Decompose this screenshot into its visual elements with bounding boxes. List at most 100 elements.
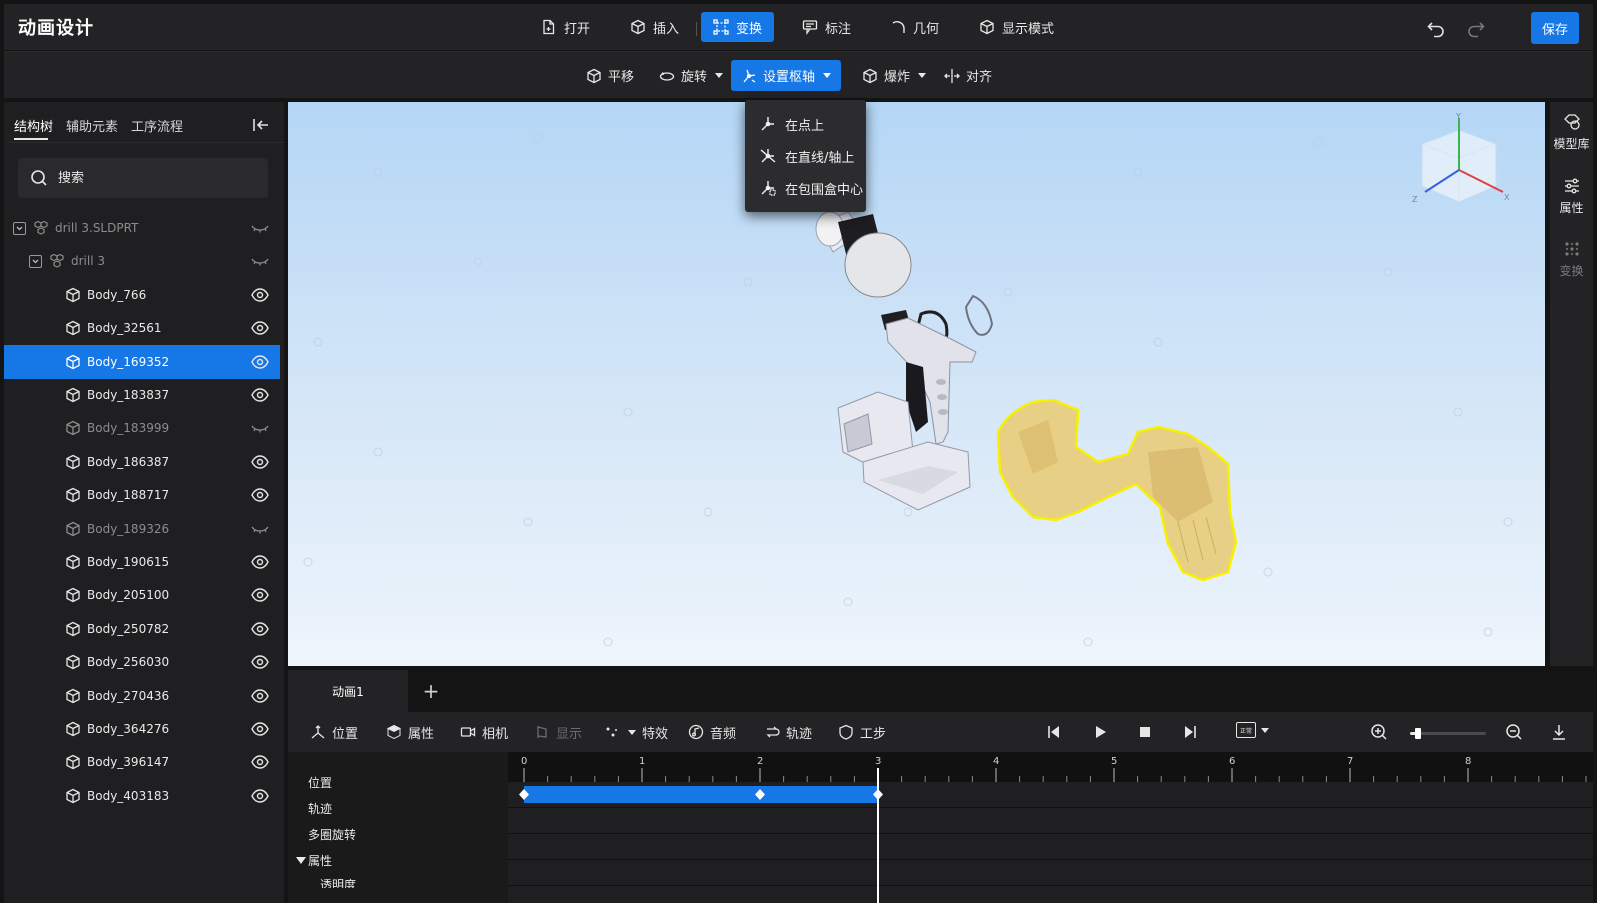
geometry-button[interactable]: 几何 xyxy=(878,12,951,42)
drill-body-highlighted[interactable] xyxy=(996,398,1238,582)
tree-item[interactable]: Body_32561 xyxy=(4,311,280,345)
3d-viewport[interactable]: Y Z X xyxy=(288,102,1545,666)
insert-button[interactable]: 插入 xyxy=(618,12,691,42)
tree-item[interactable]: Body_403183 xyxy=(4,779,280,813)
tree-item[interactable]: Body_766 xyxy=(4,278,280,312)
prev-frame-icon[interactable] xyxy=(1046,724,1062,740)
playhead[interactable] xyxy=(877,768,879,903)
properties-button[interactable]: 属性 xyxy=(1550,176,1593,216)
tree-item[interactable]: Body_205100 xyxy=(4,578,280,612)
track-group-attributes[interactable]: 属性 xyxy=(296,852,332,869)
add-camera-track-button[interactable]: 相机 xyxy=(460,719,508,745)
undo-icon[interactable] xyxy=(1426,18,1446,38)
tree-item[interactable]: Body_190615 xyxy=(4,545,280,579)
eye-icon[interactable] xyxy=(251,588,269,603)
tree-item[interactable]: Body_364276 xyxy=(4,712,280,746)
tree-item[interactable]: Body_169352 xyxy=(4,344,280,379)
open-button[interactable]: 打开 xyxy=(529,12,602,42)
position-clip-bar[interactable] xyxy=(524,786,878,803)
track-label-multi-rotation[interactable]: 多圈旋转 xyxy=(308,826,356,843)
eye-icon[interactable] xyxy=(251,488,269,502)
collapse-panel-icon[interactable] xyxy=(252,116,270,134)
redo-icon[interactable] xyxy=(1466,18,1486,38)
eye-icon[interactable] xyxy=(251,455,269,469)
view-cube[interactable]: Y Z X xyxy=(1400,110,1518,220)
play-icon[interactable] xyxy=(1092,724,1108,740)
track-label-trajectory[interactable]: 轨迹 xyxy=(308,800,332,817)
timeline-tracks[interactable] xyxy=(508,782,1593,903)
tab-auxiliary-elements[interactable]: 辅助元素 xyxy=(66,116,118,135)
eye-icon[interactable] xyxy=(251,354,269,369)
align-button[interactable]: 对齐 xyxy=(934,60,1002,91)
stop-icon[interactable] xyxy=(1137,724,1153,740)
track-label-position[interactable]: 位置 xyxy=(308,774,332,791)
add-trajectory-track-button[interactable]: 轨迹 xyxy=(764,719,812,745)
transform-panel-button[interactable]: 变换 xyxy=(1550,239,1593,279)
next-frame-icon[interactable] xyxy=(1182,724,1198,740)
tree-item[interactable]: Body_189326 xyxy=(4,512,280,546)
search-box[interactable] xyxy=(18,158,268,198)
drill-battery[interactable] xyxy=(837,391,971,511)
display-mode-button[interactable]: 显示模式 xyxy=(967,12,1066,42)
add-animation-tab-button[interactable]: + xyxy=(418,678,444,704)
translate-button[interactable]: 平移 xyxy=(576,60,644,91)
tree-item[interactable]: Body_250782 xyxy=(4,612,280,646)
zoom-slider[interactable] xyxy=(1410,728,1486,739)
annotate-button[interactable]: 标注 xyxy=(790,12,863,42)
download-icon[interactable] xyxy=(1550,723,1568,741)
add-attribute-track-button[interactable]: 属性 xyxy=(386,719,434,745)
eye-icon[interactable] xyxy=(251,388,269,402)
add-step-track-button[interactable]: 工步 xyxy=(838,719,886,745)
transform-button[interactable]: 变换 xyxy=(701,12,775,42)
menu-item-pivot-axis[interactable]: 在直线/轴上 xyxy=(745,140,866,172)
zoom-slider-thumb[interactable] xyxy=(1414,728,1421,739)
tree-item[interactable]: Body_270436 xyxy=(4,679,280,713)
zoom-in-icon[interactable] xyxy=(1370,723,1388,741)
tab-animation-1[interactable]: 动画1 xyxy=(288,670,408,712)
model-library-button[interactable]: 模型库 xyxy=(1550,112,1593,152)
rotate-button[interactable]: 旋转 xyxy=(649,60,733,91)
eye-icon[interactable] xyxy=(251,655,269,669)
eye-icon[interactable] xyxy=(251,688,269,703)
timeline-ruler[interactable]: 0 1 2 3 4 5 6 7 8 xyxy=(508,752,1593,782)
tree-item[interactable]: Body_183999 xyxy=(4,411,280,445)
eye-icon[interactable] xyxy=(251,321,269,335)
add-position-track-button[interactable]: 位置 xyxy=(310,719,358,745)
eye-icon[interactable] xyxy=(251,622,269,636)
menu-item-pivot-point[interactable]: 在点上 xyxy=(745,108,866,140)
add-audio-track-button[interactable]: 音频 xyxy=(688,719,736,745)
expand-toggle-icon[interactable] xyxy=(13,221,26,235)
tree-item[interactable]: Body_186387 xyxy=(4,445,280,479)
tree-item[interactable]: Body_256030 xyxy=(4,645,280,679)
explode-button[interactable]: 爆炸 xyxy=(852,60,936,91)
playback-speed-button[interactable]: 正常 xyxy=(1236,722,1269,738)
drill-chuck[interactable] xyxy=(815,211,912,298)
tab-process-flow[interactable]: 工序流程 xyxy=(131,116,183,135)
eye-icon[interactable] xyxy=(251,789,269,803)
tree-item[interactable]: Body_183837 xyxy=(4,378,280,412)
expand-toggle-icon[interactable] xyxy=(29,254,42,268)
tree-item[interactable]: Body_396147 xyxy=(4,745,280,779)
eye-closed-icon[interactable] xyxy=(251,522,269,536)
add-display-track-button[interactable]: 显示 xyxy=(534,719,582,745)
tree-item[interactable]: drill 3 xyxy=(4,244,280,278)
tree-item[interactable]: drill 3.SLDPRT xyxy=(4,211,280,245)
add-effects-track-button[interactable]: 特效 xyxy=(604,719,668,745)
model-scene[interactable] xyxy=(288,102,1545,666)
tree-item[interactable]: Body_188717 xyxy=(4,478,280,512)
tab-structure-tree[interactable]: 结构树 xyxy=(14,116,53,135)
eye-closed-icon[interactable] xyxy=(251,421,269,435)
eye-icon[interactable] xyxy=(251,555,269,569)
eye-icon[interactable] xyxy=(251,722,269,736)
menu-item-pivot-bbox-center[interactable]: 在包围盒中心 xyxy=(745,172,866,204)
eye-closed-icon[interactable] xyxy=(251,254,269,268)
eye-closed-icon[interactable] xyxy=(251,221,269,235)
search-input[interactable] xyxy=(56,169,256,187)
save-button[interactable]: 保存 xyxy=(1531,12,1579,44)
body-cube-icon xyxy=(66,320,80,336)
zoom-out-icon[interactable] xyxy=(1505,723,1523,741)
eye-icon[interactable] xyxy=(251,755,269,770)
eye-icon[interactable] xyxy=(251,288,269,302)
set-pivot-button[interactable]: 设置枢轴 xyxy=(731,60,842,91)
track-label-opacity[interactable]: 透明度 xyxy=(320,876,356,888)
